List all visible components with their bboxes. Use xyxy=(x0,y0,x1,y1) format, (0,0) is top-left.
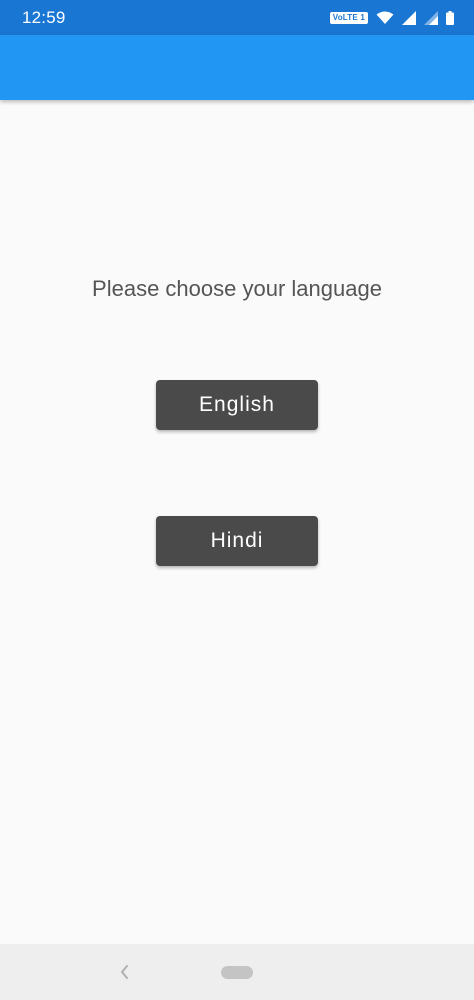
english-button[interactable]: English xyxy=(156,380,318,430)
signal-icon xyxy=(402,10,416,25)
language-prompt: Please choose your language xyxy=(92,276,382,301)
status-bar: 12:59 VoLTE 1 xyxy=(0,0,474,35)
battery-icon xyxy=(446,10,454,25)
home-pill-icon[interactable] xyxy=(221,966,253,979)
back-icon[interactable] xyxy=(116,962,134,982)
status-icons: VoLTE 1 xyxy=(329,10,454,25)
wifi-icon xyxy=(376,11,394,25)
signal-icon xyxy=(424,10,438,25)
hindi-button[interactable]: Hindi xyxy=(156,516,318,566)
volte-badge: VoLTE 1 xyxy=(329,11,368,24)
status-time: 12:59 xyxy=(22,7,66,27)
language-selection-screen: 12:59 VoLTE 1 Please choose your languag… xyxy=(0,0,474,1000)
app-bar xyxy=(0,35,474,100)
